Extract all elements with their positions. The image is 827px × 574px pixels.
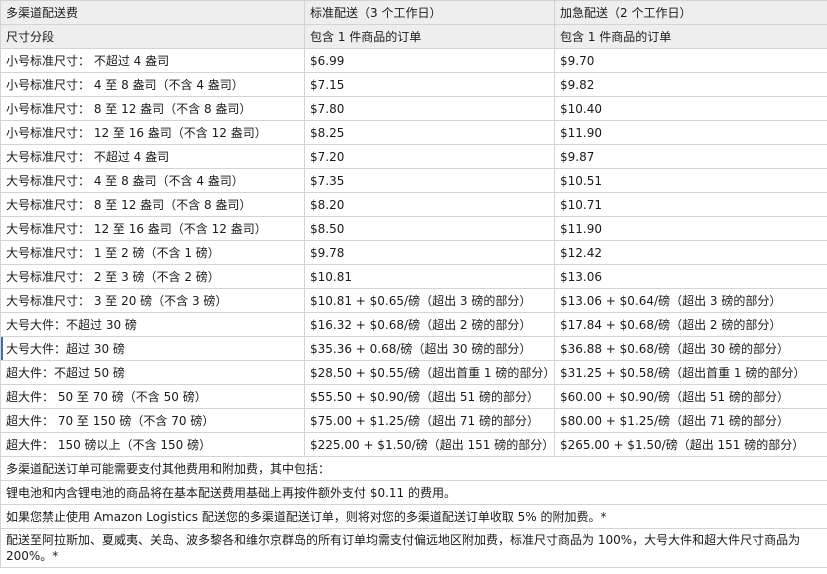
header-cell[interactable]: 标准配送（3 个工作日） <box>304 0 555 25</box>
standard-cell[interactable]: $10.81 <box>304 264 555 289</box>
tier-cell[interactable]: 小号标准尺寸： 12 至 16 盎司（不含 12 盎司） <box>0 120 305 145</box>
expedited-cell[interactable]: $12.42 <box>554 240 827 265</box>
expedited-cell[interactable]: $80.00 + $1.25/磅（超出 71 磅的部分） <box>554 408 827 433</box>
table-row: 大号标准尺寸： 3 至 20 磅（不含 3 磅） $10.81 + $0.65/磅… <box>0 288 827 313</box>
expedited-cell[interactable]: $36.88 + $0.68/磅（超出 30 磅的部分） <box>554 336 827 361</box>
subheader-cell[interactable]: 尺寸分段 <box>0 24 305 49</box>
header-row: 多渠道配送费 标准配送（3 个工作日） 加急配送（2 个工作日） <box>0 0 827 25</box>
tier-cell[interactable]: 大号大件：不超过 30 磅 <box>0 312 305 337</box>
table-row: 小号标准尺寸： 12 至 16 盎司（不含 12 盎司） $8.25 $11.90 <box>0 120 827 145</box>
standard-cell[interactable]: $8.25 <box>304 120 555 145</box>
expedited-cell[interactable]: $17.84 + $0.68/磅（超出 2 磅的部分） <box>554 312 827 337</box>
note-cell[interactable]: 锂电池和内含锂电池的商品将在基本配送费用基础上再按件额外支付 $0.11 的费用… <box>0 480 827 505</box>
standard-cell[interactable]: $7.80 <box>304 96 555 121</box>
tier-cell[interactable]: 超大件： 150 磅以上（不含 150 磅） <box>0 432 305 457</box>
standard-cell[interactable]: $35.36 + 0.68/磅（超出 30 磅的部分） <box>304 336 555 361</box>
expedited-cell[interactable]: $9.87 <box>554 144 827 169</box>
note-cell[interactable]: 如果您禁止使用 Amazon Logistics 配送您的多渠道配送订单，则将对… <box>0 504 827 529</box>
table-row: 大号标准尺寸： 12 至 16 盎司（不含 12 盎司） $8.50 $11.90 <box>0 216 827 241</box>
expedited-cell[interactable]: $11.90 <box>554 120 827 145</box>
standard-cell[interactable]: $8.20 <box>304 192 555 217</box>
tier-cell[interactable]: 小号标准尺寸： 4 至 8 盎司（不含 4 盎司） <box>0 72 305 97</box>
table-row: 小号标准尺寸： 8 至 12 盎司（不含 8 盎司） $7.80 $10.40 <box>0 96 827 121</box>
standard-cell[interactable]: $225.00 + $1.50/磅（超出 151 磅的部分） <box>304 432 555 457</box>
tier-cell[interactable]: 大号标准尺寸： 1 至 2 磅（不含 1 磅） <box>0 240 305 265</box>
tier-cell[interactable]: 超大件： 70 至 150 磅（不含 70 磅） <box>0 408 305 433</box>
standard-cell[interactable]: $75.00 + $1.25/磅（超出 71 磅的部分） <box>304 408 555 433</box>
expedited-cell[interactable]: $9.70 <box>554 48 827 73</box>
table-row: 大号标准尺寸： 1 至 2 磅（不含 1 磅） $9.78 $12.42 <box>0 240 827 265</box>
standard-cell[interactable]: $7.15 <box>304 72 555 97</box>
standard-cell[interactable]: $10.81 + $0.65/磅（超出 3 磅的部分） <box>304 288 555 313</box>
header-cell[interactable]: 加急配送（2 个工作日） <box>554 0 827 25</box>
standard-cell[interactable]: $8.50 <box>304 216 555 241</box>
tier-cell[interactable]: 超大件：不超过 50 磅 <box>0 360 305 385</box>
table-row: 小号标准尺寸： 不超过 4 盎司 $6.99 $9.70 <box>0 48 827 73</box>
header-cell[interactable]: 多渠道配送费 <box>0 0 305 25</box>
table-row: 大号标准尺寸： 4 至 8 盎司（不含 4 盎司） $7.35 $10.51 <box>0 168 827 193</box>
standard-cell[interactable]: $7.20 <box>304 144 555 169</box>
standard-cell[interactable]: $16.32 + $0.68/磅（超出 2 磅的部分） <box>304 312 555 337</box>
standard-cell[interactable]: $6.99 <box>304 48 555 73</box>
note-row: 配送至阿拉斯加、夏威夷、关岛、波多黎各和维尔京群岛的所有订单均需支付偏远地区附加… <box>0 528 827 568</box>
note-row: 如果您禁止使用 Amazon Logistics 配送您的多渠道配送订单，则将对… <box>0 504 827 529</box>
table-row: 大号大件：不超过 30 磅 $16.32 + $0.68/磅（超出 2 磅的部分）… <box>0 312 827 337</box>
note-row: 多渠道配送订单可能需要支付其他费用和附加费，其中包括： <box>0 456 827 481</box>
tier-cell[interactable]: 大号标准尺寸： 不超过 4 盎司 <box>0 144 305 169</box>
standard-cell[interactable]: $55.50 + $0.90/磅（超出 51 磅的部分） <box>304 384 555 409</box>
tier-cell[interactable]: 大号标准尺寸： 2 至 3 磅（不含 2 磅） <box>0 264 305 289</box>
table-row: 超大件： 50 至 70 磅（不含 50 磅） $55.50 + $0.90/磅（… <box>0 384 827 409</box>
note-row: 锂电池和内含锂电池的商品将在基本配送费用基础上再按件额外支付 $0.11 的费用… <box>0 480 827 505</box>
subheader-cell[interactable]: 包含 1 件商品的订单 <box>304 24 555 49</box>
expedited-cell[interactable]: $60.00 + $0.90/磅（超出 51 磅的部分） <box>554 384 827 409</box>
expedited-cell[interactable]: $13.06 + $0.64/磅（超出 3 磅的部分） <box>554 288 827 313</box>
expedited-cell[interactable]: $10.51 <box>554 168 827 193</box>
expedited-cell[interactable]: $10.71 <box>554 192 827 217</box>
subheader-cell[interactable]: 包含 1 件商品的订单 <box>554 24 827 49</box>
tier-cell[interactable]: 小号标准尺寸： 不超过 4 盎司 <box>0 48 305 73</box>
standard-cell[interactable]: $7.35 <box>304 168 555 193</box>
expedited-cell[interactable]: $9.82 <box>554 72 827 97</box>
table-row: 大号标准尺寸： 2 至 3 磅（不含 2 磅） $10.81 $13.06 <box>0 264 827 289</box>
expedited-cell[interactable]: $10.40 <box>554 96 827 121</box>
tier-cell[interactable]: 大号标准尺寸： 12 至 16 盎司（不含 12 盎司） <box>0 216 305 241</box>
table-row: 小号标准尺寸： 4 至 8 盎司（不含 4 盎司） $7.15 $9.82 <box>0 72 827 97</box>
standard-cell[interactable]: $28.50 + $0.55/磅（超出首重 1 磅的部分） <box>304 360 555 385</box>
tier-cell[interactable]: 大号标准尺寸： 8 至 12 盎司（不含 8 盎司） <box>0 192 305 217</box>
tier-cell[interactable]: 大号大件：超过 30 磅 <box>0 336 305 361</box>
table-row: 超大件：不超过 50 磅 $28.50 + $0.55/磅（超出首重 1 磅的部分… <box>0 360 827 385</box>
table-row: 大号标准尺寸： 不超过 4 盎司 $7.20 $9.87 <box>0 144 827 169</box>
standard-cell[interactable]: $9.78 <box>304 240 555 265</box>
table-row: 超大件： 70 至 150 磅（不含 70 磅） $75.00 + $1.25/磅… <box>0 408 827 433</box>
tier-cell[interactable]: 大号标准尺寸： 4 至 8 盎司（不含 4 盎司） <box>0 168 305 193</box>
tier-cell[interactable]: 大号标准尺寸： 3 至 20 磅（不含 3 磅） <box>0 288 305 313</box>
fee-table: 多渠道配送费 标准配送（3 个工作日） 加急配送（2 个工作日） 尺寸分段 包含… <box>0 0 827 568</box>
subheader-row: 尺寸分段 包含 1 件商品的订单 包含 1 件商品的订单 <box>0 24 827 49</box>
note-cell[interactable]: 配送至阿拉斯加、夏威夷、关岛、波多黎各和维尔京群岛的所有订单均需支付偏远地区附加… <box>0 528 827 568</box>
tier-cell[interactable]: 超大件： 50 至 70 磅（不含 50 磅） <box>0 384 305 409</box>
expedited-cell[interactable]: $13.06 <box>554 264 827 289</box>
note-cell[interactable]: 多渠道配送订单可能需要支付其他费用和附加费，其中包括： <box>0 456 827 481</box>
table-row: 超大件： 150 磅以上（不含 150 磅） $225.00 + $1.50/磅（… <box>0 432 827 457</box>
expedited-cell[interactable]: $265.00 + $1.50/磅（超出 151 磅的部分） <box>554 432 827 457</box>
expedited-cell[interactable]: $11.90 <box>554 216 827 241</box>
table-row: 大号大件：超过 30 磅 $35.36 + 0.68/磅（超出 30 磅的部分） $… <box>0 336 827 361</box>
tier-cell[interactable]: 小号标准尺寸： 8 至 12 盎司（不含 8 盎司） <box>0 96 305 121</box>
expedited-cell[interactable]: $31.25 + $0.58/磅（超出首重 1 磅的部分） <box>554 360 827 385</box>
table-row: 大号标准尺寸： 8 至 12 盎司（不含 8 盎司） $8.20 $10.71 <box>0 192 827 217</box>
